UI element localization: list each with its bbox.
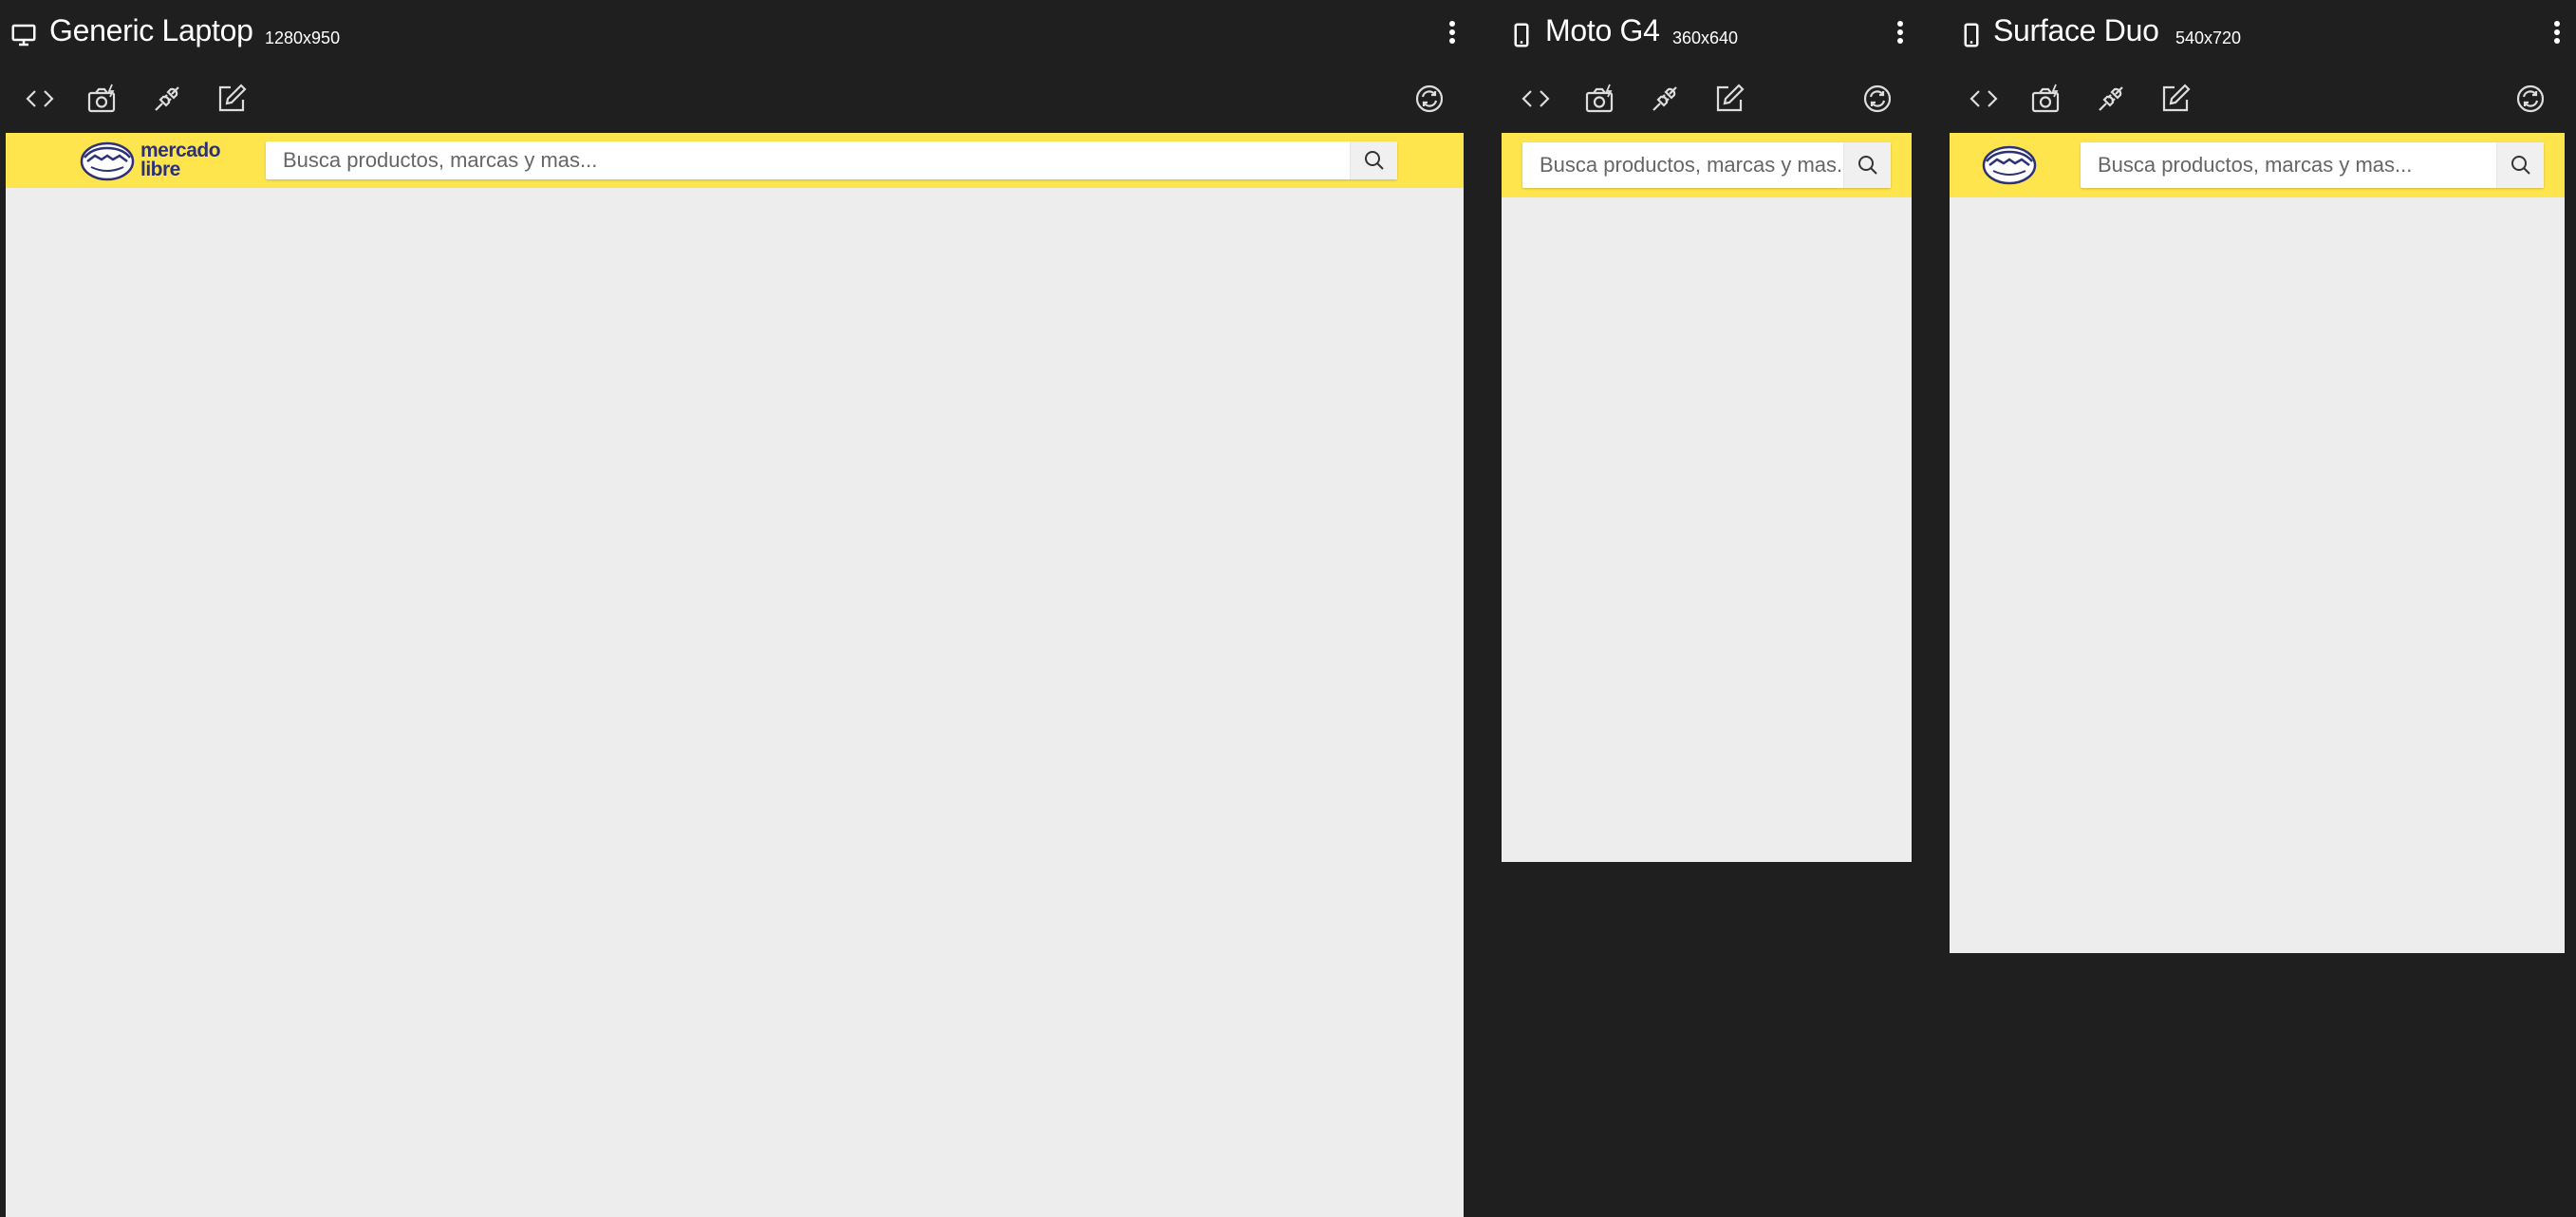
mercadolibre-logo[interactable] (1982, 144, 2037, 186)
search-input[interactable] (2081, 142, 2496, 188)
rotate-button[interactable] (1860, 82, 1895, 116)
rotate-icon (2516, 84, 2545, 113)
device-resolution: 1280x950 (265, 28, 341, 47)
camera-icon (87, 84, 116, 113)
site-header (1502, 133, 1912, 197)
device-resolution: 540x720 (2175, 28, 2242, 47)
plug-icon (155, 86, 179, 111)
search-icon (1364, 151, 1384, 170)
plug-icon (1652, 86, 1677, 111)
edit-icon (1716, 84, 1745, 112)
search-input[interactable] (1522, 142, 1843, 188)
camera-icon (1585, 84, 1614, 113)
edit-button[interactable] (215, 82, 249, 116)
rotate-button[interactable] (1412, 82, 1447, 116)
search-icon (2511, 156, 2530, 175)
logo-text-top: mercado (140, 140, 221, 161)
phone-icon (1514, 23, 1529, 47)
device-resolution: 360x640 (1672, 28, 1739, 47)
more-options-button[interactable] (1889, 17, 1912, 47)
more-options-button[interactable] (1441, 17, 1464, 47)
device-panel-surface-duo: Surface Duo 540x720 (1938, 0, 2576, 1217)
device-name: Moto G4 (1545, 13, 1660, 47)
screenshot-button[interactable] (85, 82, 120, 116)
toggle-devtools-button[interactable] (1519, 82, 1553, 116)
plug-icon (2099, 86, 2123, 111)
site-header: mercado libre (6, 133, 1464, 188)
handshake-logo-icon (1982, 145, 2037, 185)
rotate-button[interactable] (2513, 82, 2548, 116)
logo-text-bottom: libre (140, 159, 180, 180)
handshake-logo-icon (80, 141, 135, 181)
mercadolibre-logo[interactable]: mercado libre (80, 140, 241, 182)
device-name: Generic Laptop (49, 13, 253, 47)
rotate-icon (1415, 84, 1444, 113)
edit-button[interactable] (2158, 82, 2193, 116)
code-icon (26, 90, 54, 107)
search-button[interactable] (1843, 142, 1891, 188)
more-options-button[interactable] (2546, 17, 2568, 47)
search-input[interactable] (266, 141, 1346, 179)
edit-icon (218, 84, 247, 112)
phone-icon (1964, 23, 1979, 47)
device-panel-moto-g4: Moto G4 360x640 (1490, 0, 1927, 1217)
search-box (1522, 142, 1891, 188)
search-button[interactable] (2496, 142, 2544, 188)
disconnect-button[interactable] (150, 82, 184, 116)
screenshot-button[interactable] (2029, 82, 2063, 116)
toggle-devtools-button[interactable] (1967, 82, 2001, 116)
laptop-icon (11, 24, 36, 47)
device-viewport (1950, 133, 2565, 953)
edit-icon (2162, 84, 2191, 112)
disconnect-button[interactable] (1648, 82, 1682, 116)
search-box (2081, 142, 2544, 188)
device-viewport: mercado libre (6, 133, 1464, 1217)
device-viewport (1502, 133, 1912, 862)
search-icon (1857, 156, 1877, 175)
camera-icon (2031, 84, 2060, 113)
rotate-icon (1863, 84, 1892, 113)
code-icon (1521, 90, 1550, 107)
edit-button[interactable] (1712, 82, 1746, 116)
screenshot-button[interactable] (1583, 82, 1617, 116)
device-name: Surface Duo (1993, 13, 2159, 47)
device-panel-generic-laptop: Generic Laptop 1280x950 mercado libre (0, 0, 1469, 1217)
toggle-devtools-button[interactable] (23, 82, 57, 116)
site-header (1950, 133, 2565, 197)
search-button[interactable] (1350, 141, 1397, 179)
code-icon (1969, 90, 1998, 107)
search-box (266, 141, 1397, 179)
disconnect-button[interactable] (2094, 82, 2128, 116)
